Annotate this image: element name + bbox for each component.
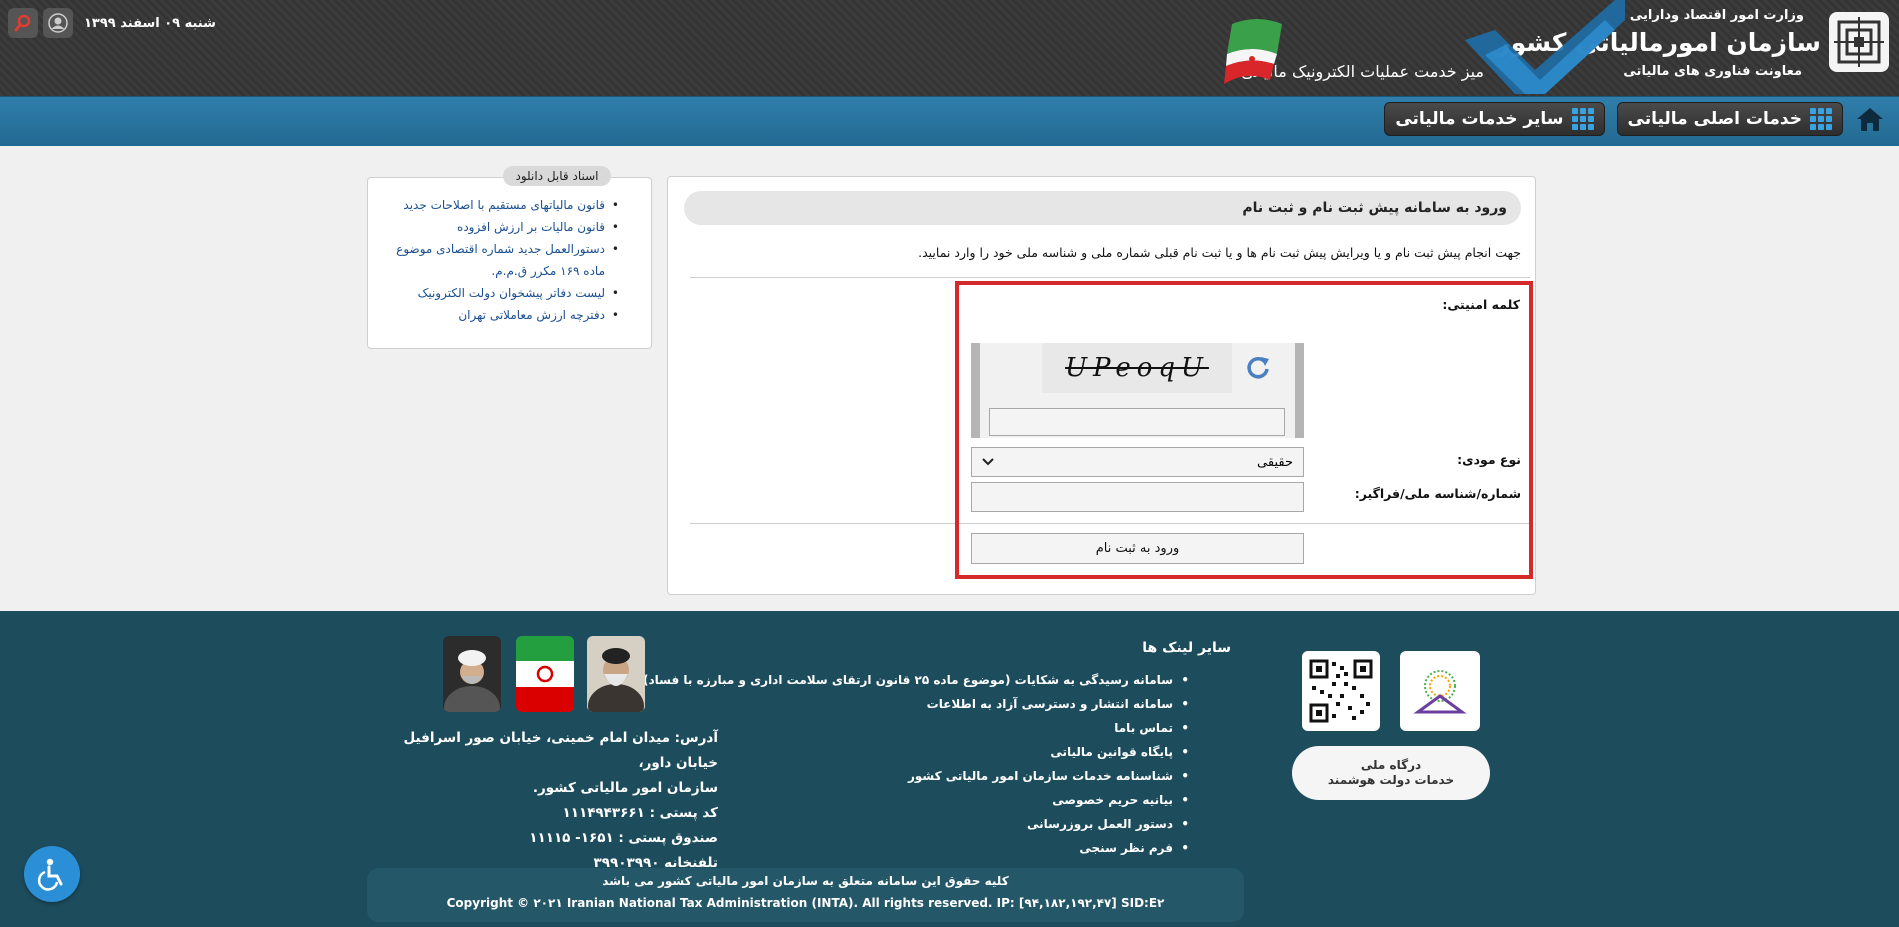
- checkmark-decoration-icon: [1465, 0, 1625, 94]
- globe-logo-icon: [1413, 670, 1467, 714]
- address-line: سازمان امور مالیاتی کشور.: [532, 780, 718, 796]
- download-link[interactable]: قانون مالیات بر ارزش افزوده: [384, 216, 619, 238]
- footer-link[interactable]: تماس باما: [643, 716, 1189, 740]
- download-link[interactable]: لیست دفاتر پیشخوان دولت الکترونیک: [384, 282, 619, 304]
- captcha-label: کلمه امنیتی:: [1442, 297, 1520, 312]
- downloads-list: قانون مالیاتهای مستقیم با اصلاحات جدید ق…: [384, 194, 619, 326]
- leader-portrait: [587, 636, 645, 712]
- grid-icon: [1571, 108, 1594, 130]
- search-button[interactable]: [8, 8, 38, 38]
- main-nav: خدمات اصلی مالیاتی سایر خدمات مالیاتی: [1384, 102, 1885, 136]
- qr-code-icon: [1308, 658, 1374, 724]
- egov-text-2: خدمات دولت هوشمند: [1327, 773, 1455, 787]
- other-links-title: سایر لینک ها: [1142, 640, 1231, 656]
- po-box: صندوق پستی : ۱۶۵۱- ۱۱۱۱۵: [529, 830, 718, 846]
- iran-flag-image: [516, 636, 574, 712]
- taxpayer-type-label: نوع مودی:: [1457, 452, 1521, 467]
- footer-link[interactable]: فرم نظر سنجی: [643, 836, 1189, 860]
- national-id-label: شماره/شناسه ملی/فراگیر:: [1354, 486, 1521, 501]
- other-services-label: سایر خدمات مالیاتی: [1395, 109, 1564, 129]
- main-services-label: خدمات اصلی مالیاتی: [1627, 109, 1803, 129]
- footer-link[interactable]: بیانیه حریم خصوصی: [643, 788, 1189, 812]
- user-area: شنبه ۰۹ اسفند ۱۳۹۹: [8, 8, 216, 38]
- copyright-fa: کلیه حقوق این سامانه متعلق به سازمان امو…: [602, 874, 1009, 888]
- captcha-image: UPeoqU: [1042, 343, 1232, 393]
- user-avatar-button[interactable]: [43, 8, 73, 38]
- other-links-list: سامانه رسیدگی به شکایات (موضوع ماده ۲۵ ق…: [643, 668, 1189, 860]
- egov-text-1: درگاه ملی: [1360, 758, 1422, 772]
- current-date: شنبه ۰۹ اسفند ۱۳۹۹: [84, 15, 216, 31]
- captcha-refresh-button[interactable]: [1243, 352, 1273, 382]
- taxpayer-type-value: حقیقی: [1257, 454, 1293, 470]
- download-link[interactable]: دفترچه ارزش معاملاتی تهران: [384, 304, 619, 326]
- contact-address: آدرس: میدان امام خمینی، خیابان صور اسراف…: [358, 726, 719, 876]
- search-icon: [14, 14, 31, 32]
- footer-link[interactable]: پایگاه قوانین مالیاتی: [643, 740, 1189, 764]
- partner-logo[interactable]: [1400, 651, 1480, 731]
- taxpayer-type-select[interactable]: حقیقی: [971, 447, 1304, 477]
- qr-code[interactable]: [1302, 651, 1380, 731]
- accessibility-button[interactable]: [24, 846, 80, 902]
- iran-flag-icon: [1224, 19, 1282, 84]
- captcha-text: UPeoqU: [1065, 353, 1209, 383]
- grid-icon: [1810, 108, 1832, 130]
- president-portrait: [443, 636, 501, 712]
- copyright-en: Copyright © ۲۰۲۱ Iranian National Tax Ad…: [446, 896, 1165, 910]
- panel-description: جهت انجام پیش ثبت نام و یا ویرایش پیش ثب…: [918, 245, 1521, 260]
- chevron-down-icon: [982, 458, 994, 466]
- panel-title: ورود به سامانه پیش ثبت نام و ثبت نام: [684, 191, 1521, 225]
- home-icon: [1857, 108, 1883, 131]
- wheelchair-icon: [37, 858, 63, 891]
- main-services-button[interactable]: خدمات اصلی مالیاتی: [1616, 102, 1843, 136]
- divider: [690, 277, 1530, 278]
- submit-register-button[interactable]: ورود به ثبت نام: [971, 533, 1304, 564]
- other-services-button[interactable]: سایر خدمات مالیاتی: [1384, 102, 1605, 136]
- site-header: وزارت امور اقتصاد ودارایی سازمان امورمال…: [0, 0, 1899, 96]
- user-icon: [48, 13, 68, 33]
- deputy-name: معاونت فناوری های مالیاتی: [1623, 64, 1802, 79]
- captcha-input[interactable]: [989, 408, 1285, 436]
- egov-portal-banner[interactable]: درگاه ملی خدمات دولت هوشمند: [1292, 746, 1490, 800]
- address-line: آدرس: میدان امام خمینی، خیابان صور اسراف…: [403, 730, 719, 771]
- org-emblem-icon[interactable]: [1829, 12, 1889, 72]
- footer-link[interactable]: شناسنامه خدمات سازمان امور مالیاتی کشور: [643, 764, 1189, 788]
- footer-link[interactable]: دستور العمل بروزرسانی: [643, 812, 1189, 836]
- national-id-input[interactable]: [971, 482, 1304, 512]
- ministry-name: وزارت امور اقتصاد ودارایی: [1629, 8, 1804, 23]
- postal-code: کد پستی : ۱۱۱۴۹۴۳۶۶۱: [562, 805, 718, 821]
- footer-link[interactable]: سامانه رسیدگی به شکایات (موضوع ماده ۲۵ ق…: [643, 668, 1189, 692]
- home-button[interactable]: [1855, 102, 1885, 136]
- downloads-title: اسناد قابل دانلود: [503, 166, 611, 186]
- refresh-icon: [1247, 357, 1269, 379]
- footer-link[interactable]: سامانه انتشار و دسترسی آزاد به اطلاعات: [643, 692, 1189, 716]
- download-link[interactable]: دستورالعمل جدید شماره اقتصادی موضوع ماده…: [384, 238, 619, 282]
- download-link[interactable]: قانون مالیاتهای مستقیم با اصلاحات جدید: [384, 194, 619, 216]
